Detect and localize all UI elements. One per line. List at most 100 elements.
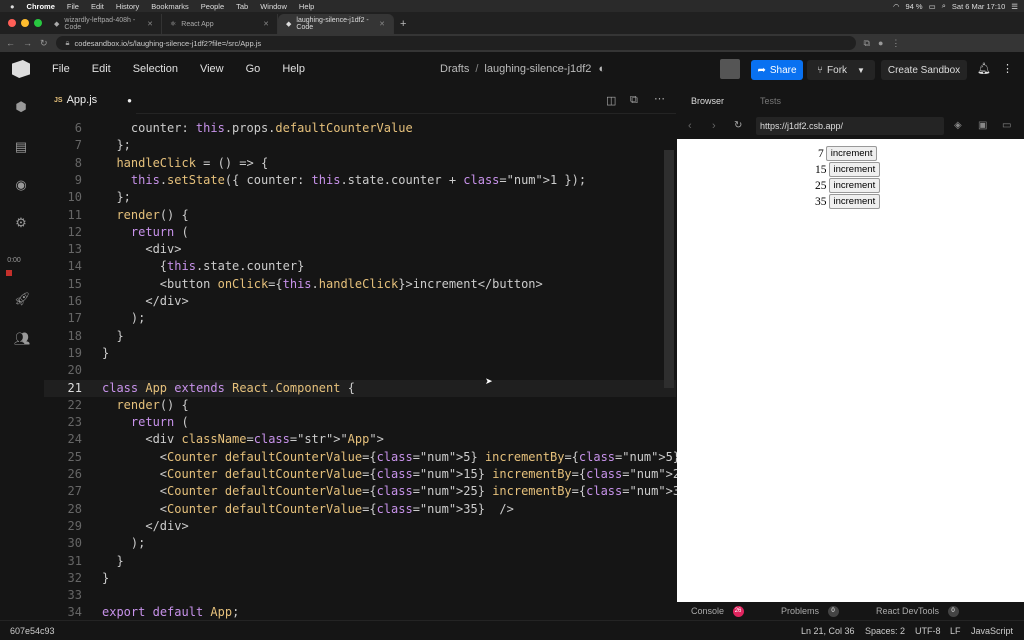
increment-button[interactable]: increment <box>828 162 881 177</box>
code-line[interactable]: 24 <div className=class="str">"App"> <box>44 431 676 448</box>
increment-button[interactable]: increment <box>828 178 881 193</box>
react-devtools-tab[interactable]: React DevTools 0 <box>876 606 959 618</box>
close-window-button[interactable] <box>8 19 16 27</box>
close-tab-icon[interactable]: ✕ <box>263 20 269 28</box>
sandbox-name[interactable]: laughing-silence-j1df2 <box>484 63 591 75</box>
code-line[interactable]: 18 } <box>44 328 676 345</box>
share-button[interactable]: ➦ Share <box>751 60 803 80</box>
menu-go[interactable]: Go <box>246 63 261 75</box>
menu-help[interactable]: Help <box>282 63 305 75</box>
language-mode[interactable]: JavaScript <box>971 626 1013 636</box>
reload-icon[interactable]: ↻ <box>40 38 48 49</box>
open-new-window-icon[interactable]: ▣ <box>978 120 987 131</box>
clock[interactable]: Sat 6 Mar 17:10 <box>952 2 1005 11</box>
unsaved-dot-icon[interactable]: ● <box>127 96 132 105</box>
menubar-file[interactable]: File <box>67 2 79 11</box>
code-line[interactable]: 27 <Counter defaultCounterValue={class="… <box>44 483 717 500</box>
menu-view[interactable]: View <box>200 63 224 75</box>
code-line[interactable]: 32} <box>44 570 676 587</box>
code-line[interactable]: 8 handleClick = () => { <box>44 155 676 172</box>
record-icon[interactable] <box>6 270 12 276</box>
code-line[interactable]: 9 this.setState({ counter: this.state.co… <box>44 172 676 189</box>
more-menu-icon[interactable]: ⋮ <box>1002 62 1013 75</box>
code-line[interactable]: 19} <box>44 345 676 362</box>
line-number[interactable]: 24 <box>44 431 82 448</box>
gear-icon[interactable]: ⚙ <box>14 216 28 230</box>
open-preview-icon[interactable]: ⧉ <box>630 94 638 107</box>
apple-icon[interactable]: ● <box>10 2 15 11</box>
line-number[interactable]: 14 <box>44 258 82 275</box>
browser-tab-wizardly[interactable]: ◆ wizardly-leftpad-408h - Code ✕ <box>46 14 162 34</box>
address-input[interactable]: 🔒︎ codesandbox.io/s/laughing-silence-j1d… <box>55 36 856 50</box>
line-number[interactable]: 34 <box>44 604 82 621</box>
line-number[interactable]: 6 <box>44 120 82 137</box>
split-editor-icon[interactable]: ◫ <box>606 94 616 107</box>
preview-back-icon[interactable]: ‹ <box>688 120 692 132</box>
code-line[interactable]: 11 render() { <box>44 207 676 224</box>
code-editor[interactable]: 6 counter: this.props.defaultCounterValu… <box>44 114 724 619</box>
rocket-icon[interactable]: 🚀︎ <box>14 292 31 306</box>
code-line[interactable]: 28 <Counter defaultCounterValue={class="… <box>44 501 676 518</box>
menubar-tab[interactable]: Tab <box>236 2 248 11</box>
profile-icon[interactable]: ● <box>878 38 883 48</box>
line-number[interactable]: 17 <box>44 310 82 327</box>
menubar-bookmarks[interactable]: Bookmarks <box>151 2 189 11</box>
close-tab-icon[interactable]: ✕ <box>147 20 153 28</box>
tab-tests[interactable]: Tests <box>760 96 781 106</box>
commit-hash[interactable]: 607e54c93 <box>10 626 55 636</box>
menu-edit[interactable]: Edit <box>92 63 111 75</box>
layout-icon[interactable]: ▭ <box>1002 120 1011 131</box>
code-line[interactable]: 25 <Counter defaultCounterValue={class="… <box>44 449 702 466</box>
code-line[interactable]: 17 ); <box>44 310 676 327</box>
line-number[interactable]: 28 <box>44 501 82 518</box>
line-number[interactable]: 22 <box>44 397 82 414</box>
create-sandbox-button[interactable]: Create Sandbox <box>881 60 967 80</box>
code-line[interactable]: 6 counter: this.props.defaultCounterValu… <box>44 120 676 137</box>
increment-button[interactable]: increment <box>828 194 881 209</box>
line-ending[interactable]: LF <box>950 626 961 636</box>
menubar-window[interactable]: Window <box>260 2 287 11</box>
code-line[interactable]: 33 <box>44 587 676 604</box>
menu-file[interactable]: File <box>52 63 70 75</box>
responsive-icon[interactable]: ◈ <box>954 120 962 131</box>
encoding[interactable]: UTF-8 <box>915 626 941 636</box>
line-number[interactable]: 21 <box>44 380 82 397</box>
forward-icon[interactable]: → <box>23 38 32 48</box>
minimize-window-button[interactable] <box>21 19 29 27</box>
line-number[interactable]: 27 <box>44 483 82 500</box>
browser-tab-laughing-silence[interactable]: ◆ laughing-silence-j1df2 - Code ✕ <box>278 14 394 34</box>
code-line[interactable]: 23 return ( <box>44 414 676 431</box>
chrome-menu-icon[interactable]: ⋮ <box>891 38 900 49</box>
notifications-bell-icon[interactable]: 🔔︎ <box>977 62 991 75</box>
breadcrumb-drafts[interactable]: Drafts <box>440 63 469 75</box>
code-line[interactable]: 7 }; <box>44 137 676 154</box>
code-line[interactable]: 26 <Counter defaultCounterValue={class="… <box>44 466 724 483</box>
code-line[interactable]: 20 <box>44 362 676 379</box>
line-number[interactable]: 15 <box>44 276 82 293</box>
line-number[interactable]: 20 <box>44 362 82 379</box>
code-line[interactable]: 14 {this.state.counter} <box>44 258 676 275</box>
line-number[interactable]: 19 <box>44 345 82 362</box>
cursor-position[interactable]: Ln 21, Col 36 <box>801 626 855 636</box>
code-line[interactable]: 22 render() { <box>44 397 676 414</box>
increment-button[interactable]: increment <box>825 146 878 161</box>
search-icon[interactable]: ◉ <box>14 178 28 192</box>
line-number[interactable]: 11 <box>44 207 82 224</box>
users-icon[interactable]: 👥︎ <box>14 332 31 346</box>
code-line[interactable]: 16 </div> <box>44 293 676 310</box>
preview-forward-icon[interactable]: › <box>712 120 716 132</box>
file-icon[interactable]: ▤ <box>14 140 28 154</box>
code-line[interactable]: 30 ); <box>44 535 676 552</box>
control-center-icon[interactable]: ☰ <box>1011 2 1018 11</box>
wifi-icon[interactable]: ◠ <box>893 2 900 11</box>
code-line[interactable]: 21 class App extends React.Component { <box>44 379 676 397</box>
line-number[interactable]: 18 <box>44 328 82 345</box>
line-number[interactable]: 32 <box>44 570 82 587</box>
editor-scrollbar[interactable] <box>664 150 674 388</box>
menubar-edit[interactable]: Edit <box>91 2 104 11</box>
line-number[interactable]: 13 <box>44 241 82 258</box>
chevron-down-icon[interactable]: ▼ <box>857 66 865 75</box>
line-number[interactable]: 8 <box>44 155 82 172</box>
line-number[interactable]: 25 <box>44 449 82 466</box>
line-number[interactable]: 23 <box>44 414 82 431</box>
